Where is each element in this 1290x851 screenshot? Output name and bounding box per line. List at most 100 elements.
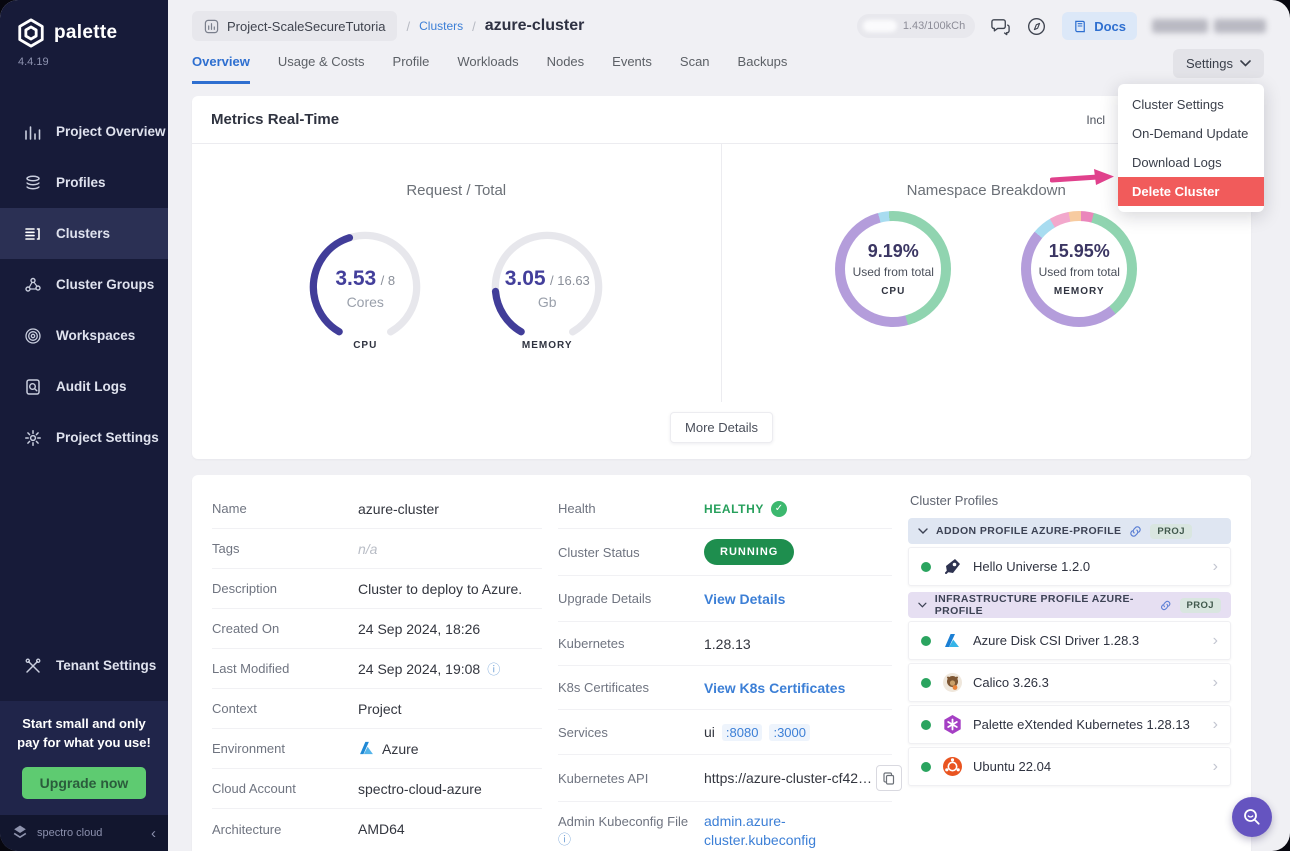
more-details-button[interactable]: More Details [670, 412, 773, 443]
memory-used-percent: 15.95% [1048, 241, 1110, 261]
tab-usage-costs[interactable]: Usage & Costs [278, 54, 365, 84]
cluster-list-icon [25, 227, 40, 240]
sidebar-item-clusters[interactable]: Clusters [0, 208, 168, 259]
menu-item-on-demand-update[interactable]: On-Demand Update [1118, 119, 1264, 148]
azure-icon [360, 741, 373, 755]
view-details-link[interactable]: View Details [704, 591, 785, 607]
menu-item-download-logs[interactable]: Download Logs [1118, 148, 1264, 177]
detail-label: Upgrade Details [558, 591, 652, 606]
sidebar: palette 4.4.19 Project Overview Profiles… [0, 0, 168, 851]
chevron-down-icon [918, 528, 928, 534]
breadcrumb-clusters-link[interactable]: Clusters [419, 19, 463, 33]
tab-backups[interactable]: Backups [738, 54, 788, 84]
detail-label: Kubernetes [558, 636, 625, 651]
admin-kubeconfig-link[interactable]: admin.azure-cluster.kubeconfig [704, 812, 854, 850]
usage-quota-text: 1.43/100kCh [902, 20, 966, 32]
menu-item-delete-cluster[interactable]: Delete Cluster [1118, 177, 1264, 206]
metrics-clipped-control[interactable]: Incl [1086, 113, 1105, 127]
info-icon[interactable]: ⓘ [558, 832, 571, 847]
detail-label: Tags [212, 541, 240, 556]
detail-row-created-on: Created On 24 Sep 2024, 18:26 [212, 609, 542, 649]
docs-button[interactable]: Docs [1062, 12, 1137, 40]
sidebar-item-cluster-groups[interactable]: Cluster Groups [0, 259, 168, 310]
info-icon[interactable]: ⓘ [487, 659, 500, 678]
proj-badge: PROJ [1150, 523, 1192, 539]
detail-label: Admin Kubeconfig File [558, 813, 689, 829]
detail-row-cluster-status: Cluster Status RUNNING [558, 529, 892, 576]
profile-row-palette-extended-k8s[interactable]: Palette eXtended Kubernetes 1.28.13 › [908, 705, 1231, 744]
cluster-profiles-title: Cluster Profiles [910, 493, 999, 508]
tab-nodes[interactable]: Nodes [547, 54, 585, 84]
sidebar-item-profiles[interactable]: Profiles [0, 157, 168, 208]
addon-profile-header[interactable]: ADDON PROFILE AZURE-PROFILE PROJ [908, 518, 1231, 544]
memory-donut-center: 15.95% Used from total MEMORY [1021, 211, 1137, 327]
sidebar-item-project-overview[interactable]: Project Overview [0, 106, 168, 157]
copy-button[interactable] [876, 765, 903, 791]
compass-icon[interactable] [1026, 16, 1047, 37]
sidebar-item-workspaces[interactable]: Workspaces [0, 310, 168, 361]
chat-icon[interactable] [990, 16, 1011, 37]
redacted-text [1152, 19, 1208, 33]
cluster-details-card: Name azure-cluster Tags n/a Description … [192, 475, 1251, 851]
detail-value: AMD64 [358, 821, 405, 837]
infrastructure-profile-title: INFRASTRUCTURE PROFILE AZURE-PROFILE [934, 593, 1134, 617]
chevron-right-icon: › [1212, 757, 1218, 775]
pxk-logo [941, 714, 963, 736]
kubernetes-api-url: https://azure-cluster-cf42… [704, 770, 873, 786]
detail-row-last-modified: Last Modified 24 Sep 2024, 19:08 ⓘ [212, 649, 542, 689]
project-selector[interactable]: Project-ScaleSecureTutoria [192, 11, 398, 41]
infrastructure-profile-header[interactable]: INFRASTRUCTURE PROFILE AZURE-PROFILE PRO… [908, 592, 1231, 618]
profile-row-calico[interactable]: Calico 3.26.3 › [908, 663, 1231, 702]
upsell-banner: Start small and only pay for what you us… [0, 701, 168, 815]
detail-value: n/a [358, 540, 378, 557]
sidebar-footer: spectro cloud ‹ [0, 815, 168, 851]
tab-events[interactable]: Events [612, 54, 652, 84]
breadcrumb-current-cluster: azure-cluster [484, 17, 585, 34]
profile-row-azure-disk-csi[interactable]: Azure Disk CSI Driver 1.28.3 › [908, 621, 1231, 660]
service-port-3000[interactable]: :3000 [769, 723, 810, 741]
sidebar-item-label: Cluster Groups [56, 277, 155, 292]
tab-scan[interactable]: Scan [680, 54, 710, 84]
usage-quota-pill[interactable]: 1.43/100kCh [856, 14, 976, 38]
settings-button[interactable]: Settings [1173, 49, 1264, 78]
tab-overview[interactable]: Overview [192, 54, 250, 84]
running-status-badge: RUNNING [704, 539, 795, 565]
upgrade-now-button[interactable]: Upgrade now [21, 767, 147, 799]
help-search-fab[interactable] [1232, 797, 1272, 837]
infrastructure-profile-section: INFRASTRUCTURE PROFILE AZURE-PROFILE PRO… [908, 592, 1231, 786]
cpu-donut-label: CPU [881, 286, 906, 297]
copy-icon [883, 771, 895, 785]
sidebar-item-project-settings[interactable]: Project Settings [0, 412, 168, 463]
palette-logo-icon [18, 18, 44, 48]
detail-row-services: Services ui :8080 :3000 [558, 710, 892, 755]
tab-profile[interactable]: Profile [393, 54, 430, 84]
cpu-total-value: / 8 [380, 273, 396, 288]
user-account-redacted[interactable] [1152, 19, 1266, 33]
project-name: Project-ScaleSecureTutoria [227, 18, 386, 34]
menu-item-cluster-settings[interactable]: Cluster Settings [1118, 90, 1264, 119]
detail-label: Environment [212, 741, 285, 756]
spectro-cloud-logo [13, 825, 27, 839]
detail-label: Cloud Account [212, 781, 296, 796]
addon-profile-section: ADDON PROFILE AZURE-PROFILE PROJ Hello U… [908, 518, 1231, 586]
sidebar-item-audit-logs[interactable]: Audit Logs [0, 361, 168, 412]
detail-label: Description [212, 581, 278, 596]
cpu-request-value: 3.53 [335, 267, 377, 290]
link-icon [1161, 600, 1171, 610]
sidebar-item-tenant-settings[interactable]: Tenant Settings [0, 640, 168, 691]
memory-donut-chart: 15.95% Used from total MEMORY [1017, 211, 1141, 327]
profile-row-hello-universe[interactable]: Hello Universe 1.2.0 › [908, 547, 1231, 586]
chevron-down-icon [1240, 60, 1251, 67]
chevron-right-icon: › [1212, 715, 1218, 733]
metrics-card: Metrics Real-Time Incl Request / Total 3… [192, 96, 1251, 459]
detail-row-tags: Tags n/a [212, 529, 542, 569]
details-middle-column: Health HEALTHY ✓ Cluster Status RUNNING U… [558, 489, 903, 851]
memory-used-caption: Used from total [1038, 265, 1120, 279]
profile-row-ubuntu[interactable]: Ubuntu 22.04 › [908, 747, 1231, 786]
chevron-right-icon: › [1212, 631, 1218, 649]
view-k8s-certificates-link[interactable]: View K8s Certificates [704, 680, 845, 696]
tab-workloads[interactable]: Workloads [457, 54, 518, 84]
service-port-8080[interactable]: :8080 [721, 723, 763, 741]
footer-brand: spectro cloud [37, 827, 103, 839]
collapse-sidebar-icon[interactable]: ‹ [151, 825, 156, 842]
